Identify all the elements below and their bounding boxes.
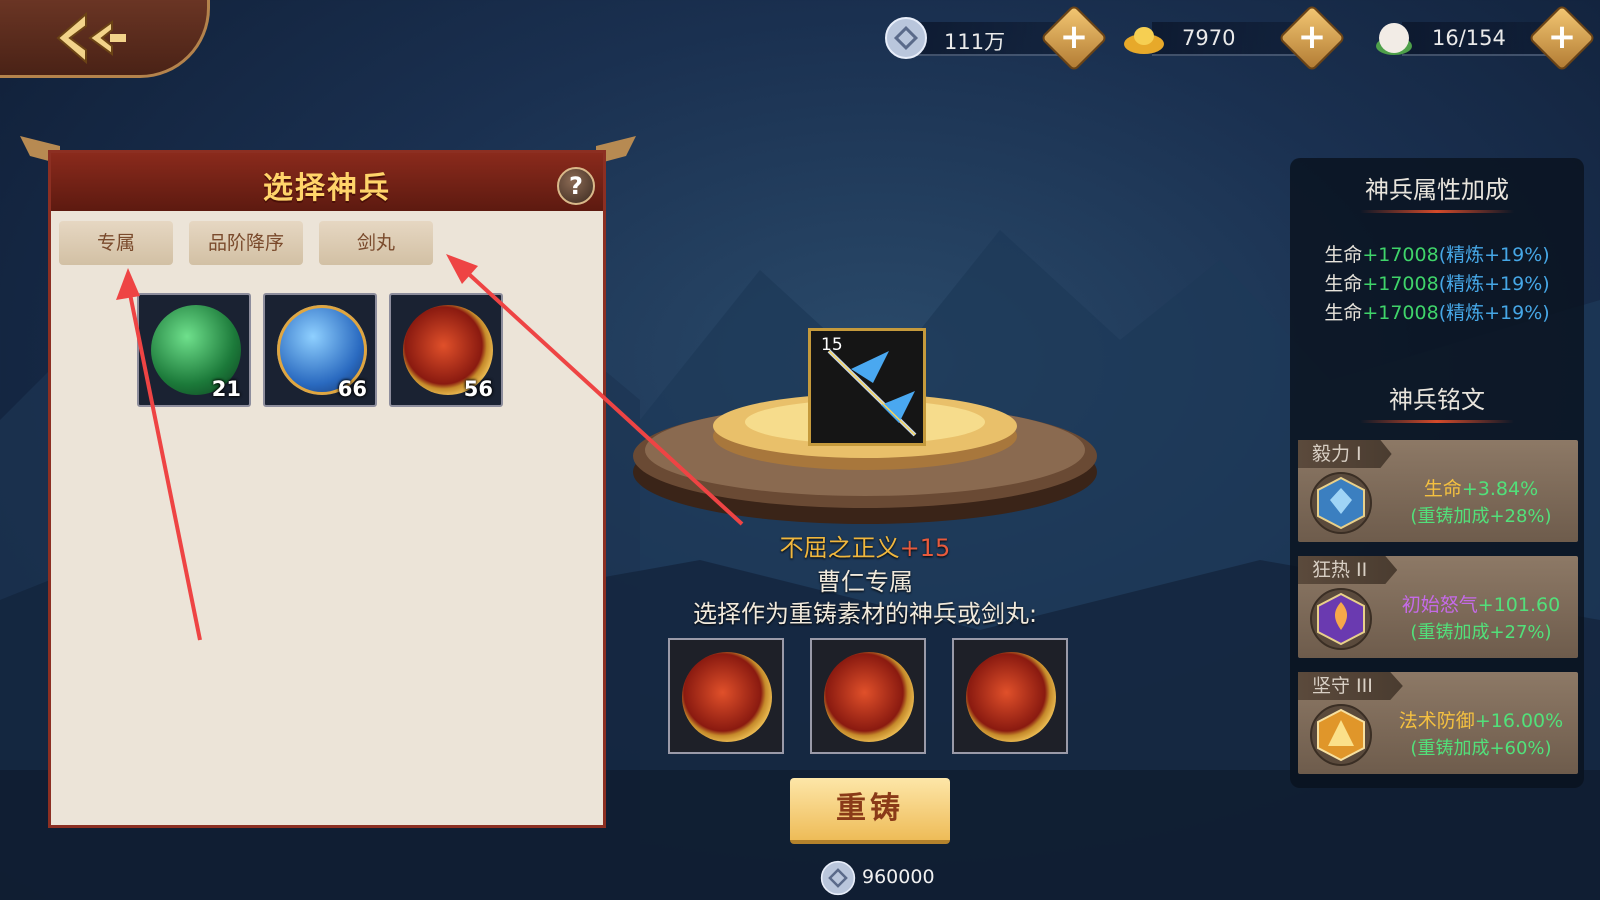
gold-triangle-emblem-icon [1310,704,1372,766]
inscription-stat: 法术防御+16.00% [1398,710,1564,732]
inscription-tag: 毅力 I [1298,440,1392,468]
red-orb-icon [966,652,1056,742]
tab-quality-desc[interactable]: 品阶降序 [189,221,303,265]
weapon-attribute-panel: 神兵属性加成 生命+17008(精炼+19%) 生命+17008(精炼+19%)… [1290,158,1584,788]
back-arrow-icon [56,11,126,65]
red-orb-icon [682,652,772,742]
attribute-bonus-title: 神兵属性加成 [1365,176,1509,204]
plus-icon: + [1297,17,1327,57]
blue-shield-emblem-icon [1310,472,1372,534]
help-button[interactable]: ? [557,167,595,205]
panel-title: 选择神兵 [263,171,391,206]
tab-exclusive[interactable]: 专属 [59,221,173,265]
title-divider [1360,420,1514,423]
weapon-owner: 曹仁专属 [817,568,913,596]
reforge-button[interactable]: 重铸 [790,778,950,844]
inscription-bonus: (重铸加成+27%) [1410,622,1552,643]
gold-ingot-icon [1124,27,1164,54]
inscription-tag: 坚守 III [1298,672,1403,700]
item-slot[interactable]: 56 [389,293,503,407]
stamina-value: 16/154 [1432,26,1506,50]
silver-value: 111万 [944,30,1006,54]
weapon-enhance-level: +15 [899,534,951,562]
item-count: 56 [463,377,493,401]
plus-icon: + [1059,17,1089,57]
silver-currency: 111万 + [884,4,1108,72]
attribute-line: 生命+17008(精炼+19%) [1324,302,1550,324]
tab-sword-pill[interactable]: 剑丸 [319,221,433,265]
inscription-bonus: (重铸加成+60%) [1410,738,1552,759]
gold-value: 7970 [1182,26,1236,50]
inscription-card[interactable]: 狂热 II 初始怒气+101.60 (重铸加成+27%) [1298,556,1578,658]
material-slot[interactable] [668,638,784,754]
title-divider [1360,210,1514,213]
plus-icon: + [1547,17,1577,57]
inscription-stat: 初始怒气+101.60 [1401,594,1561,616]
weapon-name: 不屈之正义 [779,534,900,562]
back-button[interactable] [0,0,210,78]
bun-stamina-icon [1376,23,1412,55]
inscription-title: 神兵铭文 [1389,386,1485,414]
stamina-currency: 16/154 + [1372,4,1596,72]
weapon-name-line: 不屈之正义+15 [600,528,1130,563]
target-weapon-slot[interactable]: 15 [808,328,926,446]
inscription-stat: 生命+3.84% [1423,478,1539,500]
inscription-card[interactable]: 毅力 I 生命+3.84% (重铸加成+28%) [1298,440,1578,542]
item-slot[interactable]: 66 [263,293,377,407]
item-count: 21 [211,377,241,401]
gold-currency: 7970 + [1122,4,1346,72]
reforge-cost-value: 960000 [862,866,935,888]
red-orb-icon [824,652,914,742]
purple-flame-emblem-icon [1310,588,1372,650]
silver-coin-icon [820,860,856,896]
material-slot[interactable] [952,638,1068,754]
attribute-line: 生命+17008(精炼+19%) [1324,244,1550,266]
item-count: 66 [337,377,367,401]
inscription-card[interactable]: 坚守 III 法术防御+16.00% (重铸加成+60%) [1298,672,1578,774]
select-material-prompt: 选择作为重铸素材的神兵或剑丸: [692,600,1038,628]
material-slot[interactable] [810,638,926,754]
inscription-tag: 狂热 II [1298,556,1398,584]
silver-coin-icon [885,17,927,59]
panel-header: 选择神兵 ? [51,153,603,211]
attribute-line: 生命+17008(精炼+19%) [1324,273,1550,295]
item-slot[interactable]: 21 [137,293,251,407]
select-weapon-panel: 选择神兵 ? 专属 品阶降序 剑丸 21 66 56 [48,150,606,828]
inscription-bonus: (重铸加成+28%) [1410,506,1552,527]
weapon-level: 15 [821,335,843,355]
